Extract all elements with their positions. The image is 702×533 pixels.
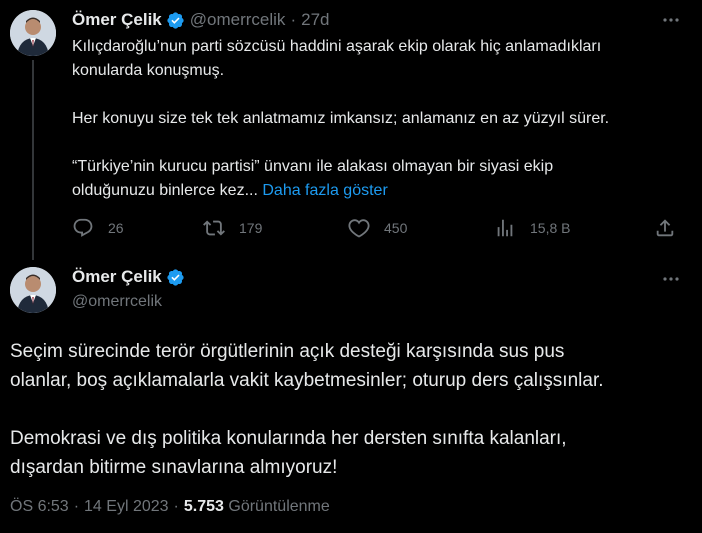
share-icon [656,219,674,237]
tweet-line: olduğunuzu binlerce kez... Daha fazla gö… [72,179,692,203]
tweet-date[interactable]: 14 Eyl 2023 [84,498,169,515]
like-icon [348,219,370,238]
tweet-line: konularda konuşmuş. [72,62,225,79]
author-name[interactable]: Ömer Çelik [72,10,162,30]
avatar[interactable] [10,267,56,313]
tweet-metadata: ÖS 6:53 · 14 Eyl 2023 · 5.753 Görüntülenme [10,498,330,516]
views-icon [497,219,513,237]
more-icon [663,18,679,22]
views-count: 5.753 [183,498,224,515]
more-icon [663,277,679,281]
thread-connector-line [32,60,34,260]
tweet-text: Kılıçdaroğlu’nun parti sözcüsü haddini a… [72,35,692,203]
tweet-line: Seçim sürecinde terör örgütlerinin açık … [10,341,565,362]
like-button[interactable]: 450 [348,213,407,243]
verified-badge-icon [166,268,185,287]
views-count: 15,8 B [530,220,571,236]
repost-count: 179 [239,220,263,236]
views-label: Görüntülenme [228,498,330,515]
reply-count: 26 [108,220,124,236]
parent-tweet[interactable]: Ömer Çelik @omerrcelik · 27d Kılıçdaroğl… [0,0,702,260]
tweet-header: Ömer Çelik @omerrcelik · 27d [72,9,329,31]
verified-badge-icon [166,11,185,30]
separator-dot: · [73,498,80,515]
tweet-time[interactable]: ÖS 6:53 [10,498,69,515]
more-options-button[interactable] [660,269,682,289]
views-button[interactable]: 15,8 B [494,213,570,243]
tweet-line-text: olduğunuzu binlerce kez... [72,182,258,199]
main-tweet: Ömer Çelik @omerrcelik Seçim sürecinde t… [0,257,702,533]
share-button[interactable] [654,213,676,243]
author-handle[interactable]: @omerrcelik [190,10,286,30]
separator-dot: · [290,10,297,29]
author-handle[interactable]: @omerrcelik [72,293,162,311]
reply-icon [73,218,93,237]
repost-button[interactable]: 179 [203,213,262,243]
tweet-line: Demokrasi ve dış politika konularında he… [10,428,567,449]
tweet-line: dışardan bitirme sınavlarına almıyoruz! [10,457,338,478]
tweet-actions: 26 179 450 15,8 B [72,213,682,243]
tweet-time[interactable]: 27d [301,10,329,30]
avatar[interactable] [10,10,56,56]
tweet-thread: Ömer Çelik @omerrcelik · 27d Kılıçdaroğl… [0,0,702,533]
more-options-button[interactable] [660,10,682,30]
tweet-text: Seçim sürecinde terör örgütlerinin açık … [10,337,690,482]
tweet-line: Her konuyu size tek tek anlatmamız imkan… [72,110,610,127]
show-more-link[interactable]: Daha fazla göster [262,182,387,199]
author-name[interactable]: Ömer Çelik [72,267,162,287]
like-count: 450 [384,220,408,236]
repost-icon [203,220,225,236]
reply-button[interactable]: 26 [72,213,124,243]
tweet-header: Ömer Çelik [72,267,185,287]
tweet-line: “Türkiye’nin kurucu partisi” ünvanı ile … [72,158,554,175]
tweet-line: olanlar, boş açıklamalarla vakit kaybetm… [10,370,604,391]
tweet-line: Kılıçdaroğlu’nun parti sözcüsü haddini a… [72,38,602,55]
separator-dot: · [173,498,179,515]
